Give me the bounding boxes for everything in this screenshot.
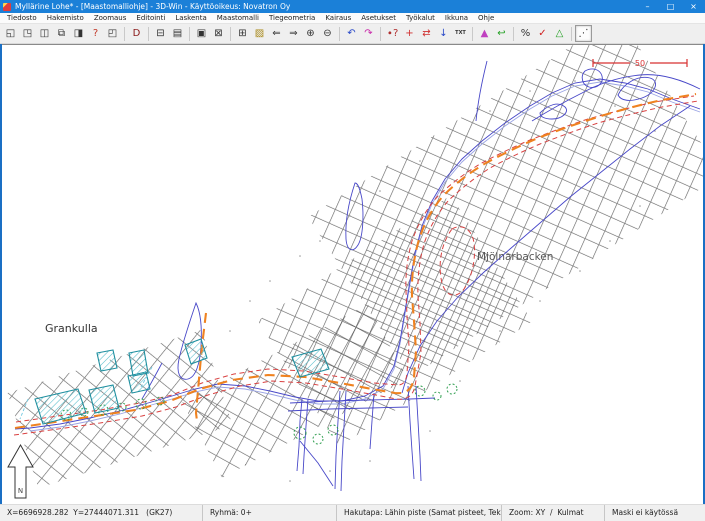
snap-arrow-icon[interactable]: ↩ (493, 25, 510, 42)
menu-kairaus[interactable]: Kairaus (320, 13, 356, 24)
toolbar-separator (230, 27, 231, 41)
xyz-percent-icon[interactable]: % (517, 25, 534, 42)
reference-line-icon[interactable]: ↓ (435, 25, 452, 42)
north-arrow-label: N (18, 487, 23, 495)
redo-icon[interactable]: ↷ (360, 25, 377, 42)
toolbar-separator (380, 27, 381, 41)
scale-bar-value: 50 (635, 59, 645, 68)
file-manager-icon[interactable]: ◫ (36, 25, 53, 42)
model-profile-icon[interactable]: ▲ (476, 25, 493, 42)
pan-view-icon[interactable]: ▨ (251, 25, 268, 42)
menu-hakemisto[interactable]: Hakemisto (42, 13, 89, 24)
toolbar-separator (571, 27, 572, 41)
app-window: Myllärine Lohe* - [Maastomalliohje] - 3D… (0, 0, 705, 520)
menu-tiedosto[interactable]: Tiedosto (2, 13, 42, 24)
label-mjolnarbacken: Mjölnarbacken (477, 251, 553, 263)
file-help-icon[interactable]: ? (87, 25, 104, 42)
toolbar-separator (189, 27, 190, 41)
menu-zoomaus[interactable]: Zoomaus (89, 13, 132, 24)
toolbar-separator (339, 27, 340, 41)
status-group[interactable]: Ryhmä: 0+ (203, 505, 337, 521)
label-grankulla: Grankulla (45, 322, 98, 335)
menu-maastomalli[interactable]: Maastomalli (212, 13, 264, 24)
text-tool-icon[interactable]: TXT (452, 25, 469, 42)
window-title: Myllärine Lohe* - [Maastomalliohje] - 3D… (15, 0, 636, 13)
zoom-in-icon[interactable]: ⊕ (302, 25, 319, 42)
close-button[interactable]: × (682, 0, 705, 13)
status-bar: X=6696928.282 Y=27444071.311 (GK27) Ryhm… (0, 504, 705, 520)
status-coordinates: X=6696928.282 Y=27444071.311 (GK27) (0, 505, 203, 521)
add-point-icon[interactable]: + (401, 25, 418, 42)
title-bar[interactable]: Myllärine Lohe* - [Maastomalliohje] - 3D… (0, 0, 705, 13)
copy-file-icon[interactable]: ⧉ (53, 25, 70, 42)
map-svg: Grankulla Mjölnarbacken 50 N (2, 45, 703, 504)
zoom-out-icon[interactable]: ⊖ (319, 25, 336, 42)
menu-tiegeometria[interactable]: Tiegeometria (264, 13, 320, 24)
toolbar: ◱ ◳ ◫ ⧉ ◨ ? ◰ D ⊟ ▤ ▣ ⊠ ⊞ ▨ ⇐ ⇒ ⊕ ⊖ ↶ ↷ … (0, 24, 705, 44)
status-search-mode[interactable]: Hakutapa: Lähin piste (Samat pisteet, Te… (337, 505, 502, 521)
status-zoom-mode[interactable]: Zoom: XY / Kulmat (502, 505, 605, 521)
measure-distance-icon[interactable]: ⋰ (575, 25, 592, 42)
zoom-window-icon[interactable]: ⊠ (210, 25, 227, 42)
menu-editointi[interactable]: Editointi (131, 13, 170, 24)
zoom-extents-icon[interactable]: ⊞ (234, 25, 251, 42)
save-file-icon[interactable]: ◳ (19, 25, 36, 42)
map-canvas[interactable]: Grankulla Mjölnarbacken 50 N (2, 44, 703, 504)
close-file-icon[interactable]: ◰ (104, 25, 121, 42)
maximize-button[interactable]: □ (659, 0, 682, 13)
app-icon (3, 3, 11, 11)
toolbar-separator (513, 27, 514, 41)
move-point-icon[interactable]: ⇄ (418, 25, 435, 42)
print-icon[interactable]: ⊟ (152, 25, 169, 42)
toolbar-separator (124, 27, 125, 41)
previous-view-icon[interactable]: ⇐ (268, 25, 285, 42)
minimize-button[interactable]: – (636, 0, 659, 13)
toolbar-separator (148, 27, 149, 41)
menu-asetukset[interactable]: Asetukset (356, 13, 401, 24)
next-view-icon[interactable]: ⇒ (285, 25, 302, 42)
terrain-grid (8, 45, 703, 488)
check-model-icon[interactable]: ✓ (534, 25, 551, 42)
menu-tyokalut[interactable]: Työkalut (401, 13, 440, 24)
triangle-calc-icon[interactable]: △ (551, 25, 568, 42)
menu-laskenta[interactable]: Laskenta (170, 13, 211, 24)
zoom-scale-1-icon[interactable]: ▣ (193, 25, 210, 42)
status-mask[interactable]: Maski ei käytössä (605, 505, 703, 521)
toolbar-separator (472, 27, 473, 41)
menu-ohje[interactable]: Ohje (473, 13, 499, 24)
code-editor-icon[interactable]: ▤ (169, 25, 186, 42)
active-elements-icon[interactable]: D (128, 25, 145, 42)
open-file-icon[interactable]: ◱ (2, 25, 19, 42)
paste-file-icon[interactable]: ◨ (70, 25, 87, 42)
undo-icon[interactable]: ↶ (343, 25, 360, 42)
point-info-icon[interactable]: ∙? (384, 25, 401, 42)
menu-ikkuna[interactable]: Ikkuna (440, 13, 473, 24)
menu-bar: Tiedosto Hakemisto Zoomaus Editointi Las… (0, 13, 705, 24)
